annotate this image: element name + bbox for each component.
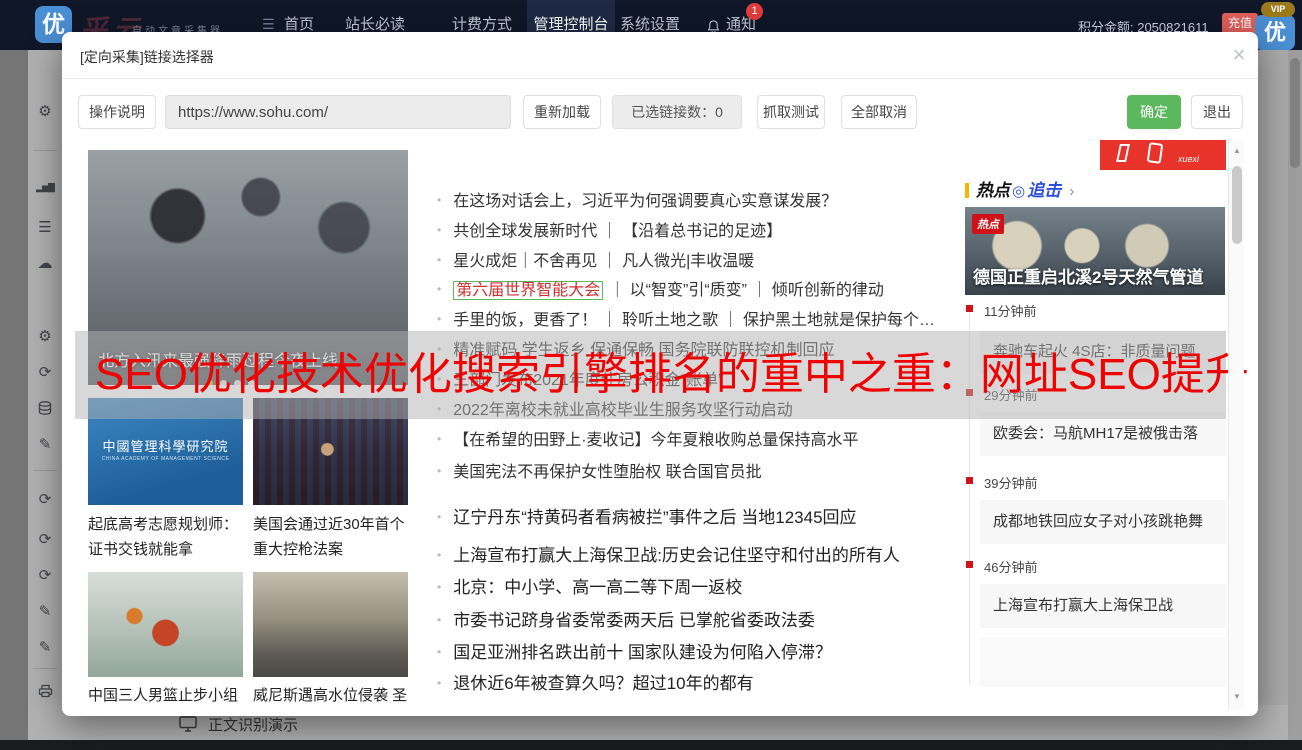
ad-banner[interactable]: xuexi bbox=[1100, 140, 1226, 170]
headline-link[interactable]: • 【在希望的田野上·麦收记】今年夏粮收购总量保持高水平 bbox=[437, 426, 859, 450]
bullet-icon: • bbox=[437, 580, 441, 594]
bullet-icon: • bbox=[437, 613, 441, 627]
bullet-icon: • bbox=[437, 676, 441, 690]
app-screen: ⚙ ▂▅▇ ☰ ☁ ⚙ ⟳ ✎ ⟳ ⟳ ⟳ ✎ ✎ ➤ 正文识别演示 优 采云 bbox=[0, 0, 1302, 750]
bullet-icon: • bbox=[437, 645, 441, 659]
red-square-bullet bbox=[966, 305, 973, 312]
hot-pursuit-header[interactable]: 热点◎追击› bbox=[965, 176, 1074, 196]
reload-button[interactable]: 重新加载 bbox=[523, 95, 601, 129]
headline-text: 辽宁丹东“持黄码者看病被拦”事件之后 当地12345回应 bbox=[453, 508, 856, 527]
bullet-icon: • bbox=[437, 223, 441, 237]
headline-link[interactable]: • 共创全球发展新时代 ｜ 【沿着总书记的足迹】 bbox=[437, 217, 782, 241]
content-scrollbar[interactable]: ▲ ▼ bbox=[1228, 140, 1244, 710]
headline-link[interactable]: • 在这场对话会上，习近平为何强调要真心实意谋发展？ bbox=[437, 187, 837, 211]
selected-count-box: 已选链接数：0 bbox=[612, 95, 742, 129]
ad-decoration bbox=[1147, 142, 1164, 164]
headline-text: 市委书记跻身省委常委两天后 已掌舵省委政法委 bbox=[453, 611, 815, 630]
headline-text: 共创全球发展新时代 ｜ 【沿着总书记的足迹】 bbox=[453, 223, 782, 240]
selected-link-highlight[interactable]: 第六届世界智能大会 bbox=[453, 281, 603, 300]
content-scrollbar-thumb[interactable] bbox=[1232, 166, 1242, 244]
headline-text: 北京：中小学、高一高二等下周一返校 bbox=[453, 578, 742, 597]
hot-image-caption[interactable]: 德国正重启北溪2号天然气管道 bbox=[973, 263, 1203, 288]
scroll-down-icon[interactable]: ▼ bbox=[1229, 692, 1245, 701]
ad-decoration bbox=[1116, 144, 1130, 162]
confirm-button[interactable]: 确定 bbox=[1127, 95, 1181, 129]
headline-link[interactable]: • 国足亚洲排名跌出前十 国家队建设为何陷入停滞？ bbox=[437, 638, 832, 663]
embedded-webpage: xuexi 北方入汛来最强降雨过程今夜上线 中國管理科學研究院 CHINA AC… bbox=[62, 140, 1258, 710]
photo-caption[interactable]: 威尼斯遇高水位侵袭 圣 bbox=[253, 683, 409, 708]
headline-text: 国足亚洲排名跌出前十 国家队建设为何陷入停滞？ bbox=[453, 643, 832, 662]
help-button[interactable]: 操作说明 bbox=[78, 95, 156, 129]
vip-badge: VIP bbox=[1261, 2, 1295, 17]
exit-button[interactable]: 退出 bbox=[1191, 95, 1243, 129]
hot-item-title[interactable]: 上海宣布打赢大上海保卫战 bbox=[980, 584, 1226, 628]
hot-title-black: 热点 bbox=[976, 181, 1010, 200]
title-divider bbox=[62, 78, 1258, 79]
close-icon[interactable]: × bbox=[1226, 42, 1252, 68]
red-square-bullet bbox=[966, 477, 973, 484]
hot-item-time[interactable]: 39分钟前 bbox=[984, 473, 1037, 492]
bullet-icon: • bbox=[437, 432, 441, 446]
hot-title-blue: 追击 bbox=[1027, 181, 1061, 200]
bullet-icon: • bbox=[437, 312, 441, 326]
academy-sign-subtext: CHINA ACADEMY OF MANAGEMENT SCIENCE bbox=[88, 456, 243, 462]
photo-caption[interactable]: 中国三人男篮止步小组赛 bbox=[88, 683, 244, 710]
dialog-title: [定向采集]链接选择器 bbox=[80, 47, 214, 67]
news-photo-basketball[interactable] bbox=[88, 572, 243, 677]
headline-text: 星火成炬｜不舍再见 ｜ 凡人微光|丰收温暖 bbox=[453, 253, 754, 270]
photo-caption[interactable]: 美国会通过近30年首个重大控枪法案 bbox=[253, 512, 409, 562]
headline-text: 【在希望的田野上·麦收记】今年夏粮收购总量保持高水平 bbox=[453, 432, 858, 449]
ad-text: xuexi bbox=[1178, 154, 1199, 164]
news-photo-venice[interactable] bbox=[253, 572, 408, 677]
recharge-button[interactable]: 充值 bbox=[1222, 13, 1258, 34]
link-selector-dialog: [定向采集]链接选择器 × 操作说明 重新加载 已选链接数：0 抓取测试 全部取… bbox=[62, 32, 1258, 716]
headline-text: ｜ 以“智变”引“质变” ｜ 倾听创新的律动 bbox=[609, 282, 884, 299]
bullet-icon: • bbox=[437, 510, 441, 524]
headline-link-selected[interactable]: • 第六届世界智能大会 ｜ 以“智变”引“质变” ｜ 倾听创新的律动 bbox=[437, 276, 884, 300]
notification-badge: 1 bbox=[746, 3, 763, 20]
seo-overlay-text: SEO优化技术优化搜索引擎排名的重中之重：网址SEO提升 bbox=[95, 352, 1249, 398]
fetch-test-button[interactable]: 抓取测试 bbox=[757, 95, 825, 129]
hot-item-time[interactable]: 46分钟前 bbox=[984, 557, 1037, 576]
scroll-up-icon[interactable]: ▲ bbox=[1229, 146, 1245, 155]
headline-link[interactable]: • 美国宪法不再保护女性堕胎权 联合国官员批 bbox=[437, 458, 762, 482]
photo-caption[interactable]: 起底高考志愿规划师：证书交钱就能拿 bbox=[88, 512, 244, 562]
headline-text: 美国宪法不再保护女性堕胎权 联合国官员批 bbox=[453, 464, 761, 481]
headline-link[interactable]: • 市委书记跻身省委常委两天后 已掌舵省委政法委 bbox=[437, 606, 815, 631]
chevron-right-icon: › bbox=[1069, 183, 1074, 200]
cancel-all-button[interactable]: 全部取消 bbox=[841, 95, 917, 129]
bullet-icon: • bbox=[437, 253, 441, 267]
headline-text: 手里的饭，更香了！ ｜ 聆听土地之歌 ｜ 保护黑土地就是保护每个… bbox=[453, 312, 935, 329]
url-input[interactable] bbox=[165, 95, 511, 129]
headline-link[interactable]: • 辽宁丹东“持黄码者看病被拦”事件之后 当地12345回应 bbox=[437, 503, 857, 528]
yellow-bar-icon bbox=[965, 183, 969, 198]
avatar[interactable]: 优 bbox=[1255, 15, 1295, 50]
hot-item-time[interactable]: 11分钟前 bbox=[984, 301, 1037, 320]
headline-link[interactable]: • 上海宣布打赢大上海保卫战:历史会记住坚守和付出的所有人 bbox=[437, 541, 900, 566]
headline-link[interactable]: • 手里的饭，更香了！ ｜ 聆听土地之歌 ｜ 保护黑土地就是保护每个… bbox=[437, 306, 935, 330]
headline-link[interactable]: • 北京：中小学、高一高二等下周一返校 bbox=[437, 573, 742, 598]
target-icon: ◎ bbox=[1012, 183, 1025, 200]
hot-news-image[interactable]: 热点 德国正重启北溪2号天然气管道 bbox=[965, 207, 1225, 295]
bullet-icon: • bbox=[437, 193, 441, 207]
bullet-icon: • bbox=[437, 282, 441, 296]
headline-link[interactable]: • 退休近6年被查算久吗？超过10年的都有 bbox=[437, 669, 754, 694]
hot-badge: 热点 bbox=[972, 214, 1004, 234]
hot-item-placeholder bbox=[980, 637, 1226, 687]
headline-text: 上海宣布打赢大上海保卫战:历史会记住坚守和付出的所有人 bbox=[453, 546, 900, 565]
headline-text: 退休近6年被查算久吗？超过10年的都有 bbox=[453, 674, 753, 693]
red-square-bullet bbox=[966, 561, 973, 568]
headline-link[interactable]: • 星火成炬｜不舍再见 ｜ 凡人微光|丰收温暖 bbox=[437, 247, 754, 271]
bullet-icon: • bbox=[437, 548, 441, 562]
academy-sign-text: 中國管理科學研究院 bbox=[88, 436, 243, 455]
headline-text: 在这场对话会上，习近平为何强调要真心实意谋发展？ bbox=[453, 193, 837, 210]
bullet-icon: • bbox=[437, 464, 441, 478]
hot-item-title[interactable]: 成都地铁回应女子对小孩跳艳舞 bbox=[980, 500, 1226, 544]
